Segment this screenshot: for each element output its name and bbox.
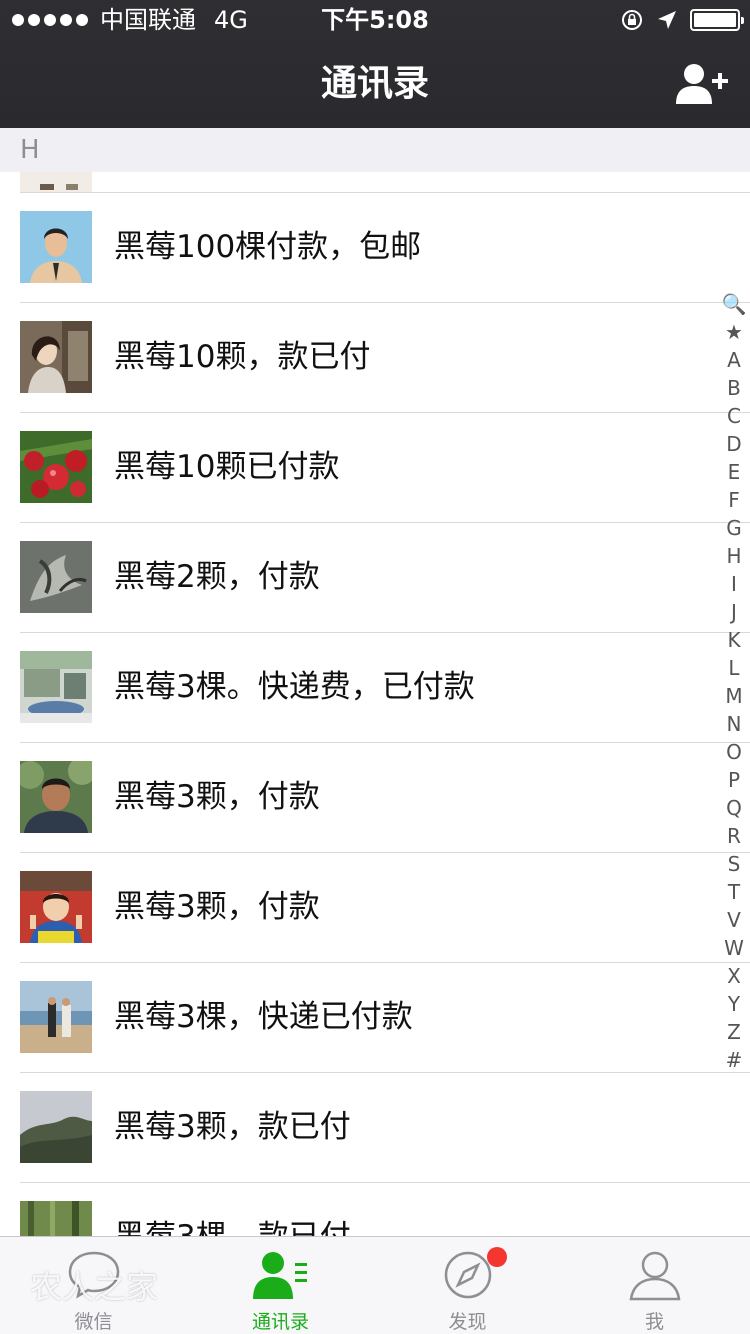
header: 中国联通 4G 下午5:08 通讯录 — [0, 0, 750, 128]
index-letter[interactable]: R — [718, 822, 750, 850]
index-letter[interactable]: H — [718, 542, 750, 570]
index-letter[interactable]: L — [718, 654, 750, 682]
contact-name: 黑莓100棵付款，包邮 — [114, 229, 422, 265]
contact-avatar — [20, 651, 92, 723]
contact-name: 黑莓3棵，款已付 — [114, 1182, 351, 1236]
notification-badge — [487, 1247, 507, 1267]
contact-name: 黑莓3棵，快递已付款 — [114, 999, 413, 1035]
tab-contacts[interactable]: 通讯录 — [187, 1237, 374, 1334]
index-letter[interactable]: J — [718, 598, 750, 626]
section-header: H — [0, 128, 750, 172]
tab-label: 微信 — [74, 1311, 113, 1333]
tab-label: 发现 — [448, 1311, 487, 1333]
status-bar: 中国联通 4G 下午5:08 — [0, 0, 750, 40]
contact-avatar — [20, 431, 92, 503]
contact-row[interactable]: 黑莓3颗，付款 — [0, 742, 750, 852]
index-letter[interactable]: # — [718, 1046, 750, 1074]
contact-avatar — [20, 871, 92, 943]
contact-name: 黑莓10颗，款已付 — [114, 339, 371, 375]
contacts-icon — [252, 1252, 307, 1299]
index-letter[interactable]: A — [718, 346, 750, 374]
contact-row[interactable]: 黑莓10颗，款已付 — [0, 302, 750, 412]
index-letter[interactable]: W — [718, 934, 750, 962]
index-letter[interactable]: P — [718, 766, 750, 794]
contact-row[interactable]: 黑莓3颗，款已付 — [0, 1072, 750, 1182]
index-letter[interactable]: G — [718, 514, 750, 542]
add-contact-icon[interactable] — [676, 62, 728, 106]
contact-row[interactable]: 黑莓2颗，付款 — [0, 522, 750, 632]
index-letter[interactable]: Z — [718, 1018, 750, 1046]
rotation-lock-icon — [622, 10, 642, 30]
page-title: 通讯录 — [320, 63, 429, 104]
contact-row[interactable]: 黑莓100棵付款，包邮 — [0, 192, 750, 302]
tab-label: 我 — [644, 1311, 664, 1333]
index-letter[interactable]: B — [718, 374, 750, 402]
contact-avatar — [20, 541, 92, 613]
contact-avatar — [20, 211, 92, 283]
tab-discover[interactable]: 发现 — [374, 1237, 561, 1334]
index-letter[interactable]: I — [718, 570, 750, 598]
index-letter[interactable]: K — [718, 626, 750, 654]
contact-name: 黑莓3棵。快递费，已付款 — [114, 669, 475, 705]
contact-name: 黑莓3颗，付款 — [114, 779, 320, 815]
contact-row[interactable]: 黑莓10颗已付款 — [0, 412, 750, 522]
index-letter[interactable]: Q — [718, 794, 750, 822]
index-letter[interactable]: Y — [718, 990, 750, 1018]
index-letter[interactable]: M — [718, 682, 750, 710]
contact-name: 黑莓3颗，付款 — [114, 889, 320, 925]
contact-name: 黑莓2颗，付款 — [114, 559, 320, 595]
contact-avatar — [20, 321, 92, 393]
index-letter[interactable]: X — [718, 962, 750, 990]
contact-row[interactable]: 黑莓3棵。快递费，已付款 — [0, 632, 750, 742]
index-letter[interactable]: S — [718, 850, 750, 878]
contact-list[interactable]: 黑莓100棵付款，包邮 黑莓10颗，款已付 黑莓10颗已付款 黑莓2颗，付款 黑… — [0, 172, 750, 1236]
contact-avatar — [20, 761, 92, 833]
index-letter[interactable]: C — [718, 402, 750, 430]
battery-icon — [690, 9, 744, 31]
contact-row[interactable]: 黑莓3颗，付款 — [0, 852, 750, 962]
watermark: 农人之家 — [30, 1268, 159, 1306]
index-letter[interactable]: T — [718, 878, 750, 906]
contact-row[interactable]: 黑莓3棵，款已付 — [0, 1182, 750, 1236]
index-letter[interactable]: V — [718, 906, 750, 934]
index-letter[interactable]: D — [718, 430, 750, 458]
index-letter[interactable]: 🔍 — [718, 290, 750, 318]
index-letter[interactable]: N — [718, 710, 750, 738]
contact-row[interactable]: 黑莓3棵，快递已付款 — [0, 962, 750, 1072]
contact-name: 黑莓10颗已付款 — [114, 449, 340, 485]
contact-avatar — [20, 1201, 92, 1236]
contact-name: 黑莓3颗，款已付 — [114, 1109, 351, 1145]
alphabet-index[interactable]: 🔍 ★ A B C D E F G H I J K L M N O P Q R S T V W X Y Z # — [718, 290, 750, 1074]
index-letter[interactable]: E — [718, 458, 750, 486]
tab-me[interactable]: 我 — [561, 1237, 748, 1334]
index-letter[interactable]: ★ — [718, 318, 750, 346]
person-icon — [629, 1251, 680, 1301]
location-icon — [658, 11, 676, 29]
partial-avatar — [20, 172, 92, 192]
contact-avatar — [20, 1091, 92, 1163]
tab-label: 通讯录 — [251, 1311, 309, 1333]
index-letter[interactable]: O — [718, 738, 750, 766]
contact-avatar — [20, 981, 92, 1053]
index-letter[interactable]: F — [718, 486, 750, 514]
